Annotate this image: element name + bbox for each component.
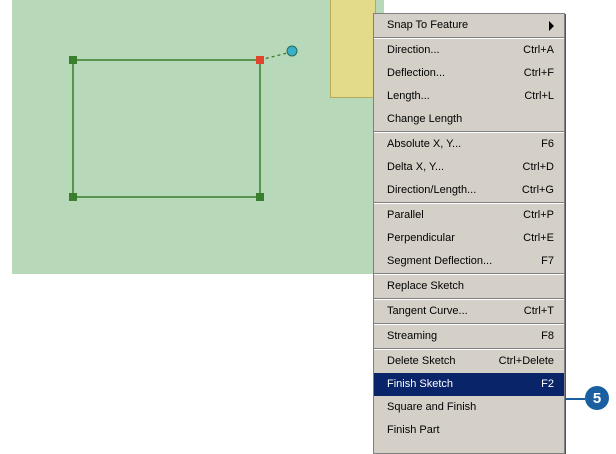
menu-item-label: Change Length bbox=[387, 113, 463, 125]
menu-item-shortcut: F8 bbox=[541, 330, 554, 342]
menu-item-label: Square and Finish bbox=[387, 401, 477, 413]
menu-item-label: Segment Deflection... bbox=[387, 255, 493, 267]
menu-item-replace-sketch[interactable]: Replace Sketch bbox=[374, 275, 564, 298]
menu-item-parallel[interactable]: Parallel Ctrl+P bbox=[374, 204, 564, 227]
menu-item-shortcut: F2 bbox=[541, 378, 554, 390]
menu-item-label: Replace Sketch bbox=[387, 280, 465, 292]
menu-item-label: Direction/Length... bbox=[387, 184, 477, 196]
menu-item-shortcut: Ctrl+T bbox=[523, 305, 554, 317]
menu-item-tangent-curve[interactable]: Tangent Curve... Ctrl+T bbox=[374, 300, 564, 323]
menu-item-label: Parallel bbox=[387, 209, 424, 221]
menu-item-label: Finish Sketch bbox=[387, 378, 454, 390]
menu-item-shortcut: F6 bbox=[541, 138, 554, 150]
menu-item-delta-xy[interactable]: Delta X, Y... Ctrl+D bbox=[374, 156, 564, 179]
menu-item-label: Finish Part bbox=[387, 424, 440, 436]
menu-item-shortcut: Ctrl+G bbox=[521, 184, 554, 196]
menu-item-finish-part[interactable]: Finish Part bbox=[374, 419, 564, 442]
menu-item-shortcut: Ctrl+F bbox=[523, 67, 554, 79]
menu-item-square-and-finish[interactable]: Square and Finish bbox=[374, 396, 564, 419]
menu-item-finish-sketch[interactable]: Finish Sketch F2 bbox=[374, 373, 564, 396]
menu-item-direction-length[interactable]: Direction/Length... Ctrl+G bbox=[374, 179, 564, 202]
menu-item-label: Streaming bbox=[387, 330, 438, 342]
sketch-vertex[interactable] bbox=[69, 193, 77, 201]
sketch-rectangle bbox=[72, 59, 261, 198]
menu-item-shortcut: Ctrl+Delete bbox=[498, 355, 554, 367]
menu-item-label: Length... bbox=[387, 90, 430, 102]
menu-item-label: Direction... bbox=[387, 44, 440, 56]
submenu-arrow-icon bbox=[549, 20, 554, 31]
menu-item-label: Delta X, Y... bbox=[387, 161, 445, 173]
menu-item-label: Deflection... bbox=[387, 67, 446, 79]
menu-item-direction[interactable]: Direction... Ctrl+A bbox=[374, 39, 564, 62]
sketch-vertex[interactable] bbox=[256, 193, 264, 201]
menu-item-perpendicular[interactable]: Perpendicular Ctrl+E bbox=[374, 227, 564, 250]
menu-item-shortcut: Ctrl+A bbox=[523, 44, 554, 56]
menu-item-streaming[interactable]: Streaming F8 bbox=[374, 325, 564, 348]
menu-item-length[interactable]: Length... Ctrl+L bbox=[374, 85, 564, 108]
menu-item-label: Tangent Curve... bbox=[387, 305, 468, 317]
step-callout-badge: 5 bbox=[585, 386, 609, 410]
menu-item-shortcut: Ctrl+D bbox=[522, 161, 554, 173]
sketch-context-menu: Snap To Feature Direction... Ctrl+A Defl… bbox=[373, 13, 565, 454]
menu-item-snap-to-feature[interactable]: Snap To Feature bbox=[374, 14, 564, 37]
menu-item-delete-sketch[interactable]: Delete Sketch Ctrl+Delete bbox=[374, 350, 564, 373]
menu-item-label: Perpendicular bbox=[387, 232, 455, 244]
active-sketch-vertex[interactable] bbox=[256, 56, 264, 64]
sketch-rubberband-line bbox=[259, 51, 292, 61]
menu-item-label: Snap To Feature bbox=[387, 19, 469, 31]
snapping-cursor-point bbox=[286, 45, 298, 57]
menu-item-segment-deflection[interactable]: Segment Deflection... F7 bbox=[374, 250, 564, 273]
menu-item-shortcut: Ctrl+P bbox=[523, 209, 554, 221]
menu-item-shortcut: Ctrl+L bbox=[524, 90, 554, 102]
menu-item-shortcut: Ctrl+E bbox=[523, 232, 554, 244]
menu-item-shortcut: F7 bbox=[541, 255, 554, 267]
menu-item-label: Delete Sketch bbox=[387, 355, 456, 367]
menu-item-change-length[interactable]: Change Length bbox=[374, 108, 564, 131]
sketch-vertex[interactable] bbox=[69, 56, 77, 64]
menu-item-absolute-xy[interactable]: Absolute X, Y... F6 bbox=[374, 133, 564, 156]
menu-item-label: Absolute X, Y... bbox=[387, 138, 462, 150]
callout-leader-line bbox=[565, 398, 585, 400]
menu-item-deflection[interactable]: Deflection... Ctrl+F bbox=[374, 62, 564, 85]
